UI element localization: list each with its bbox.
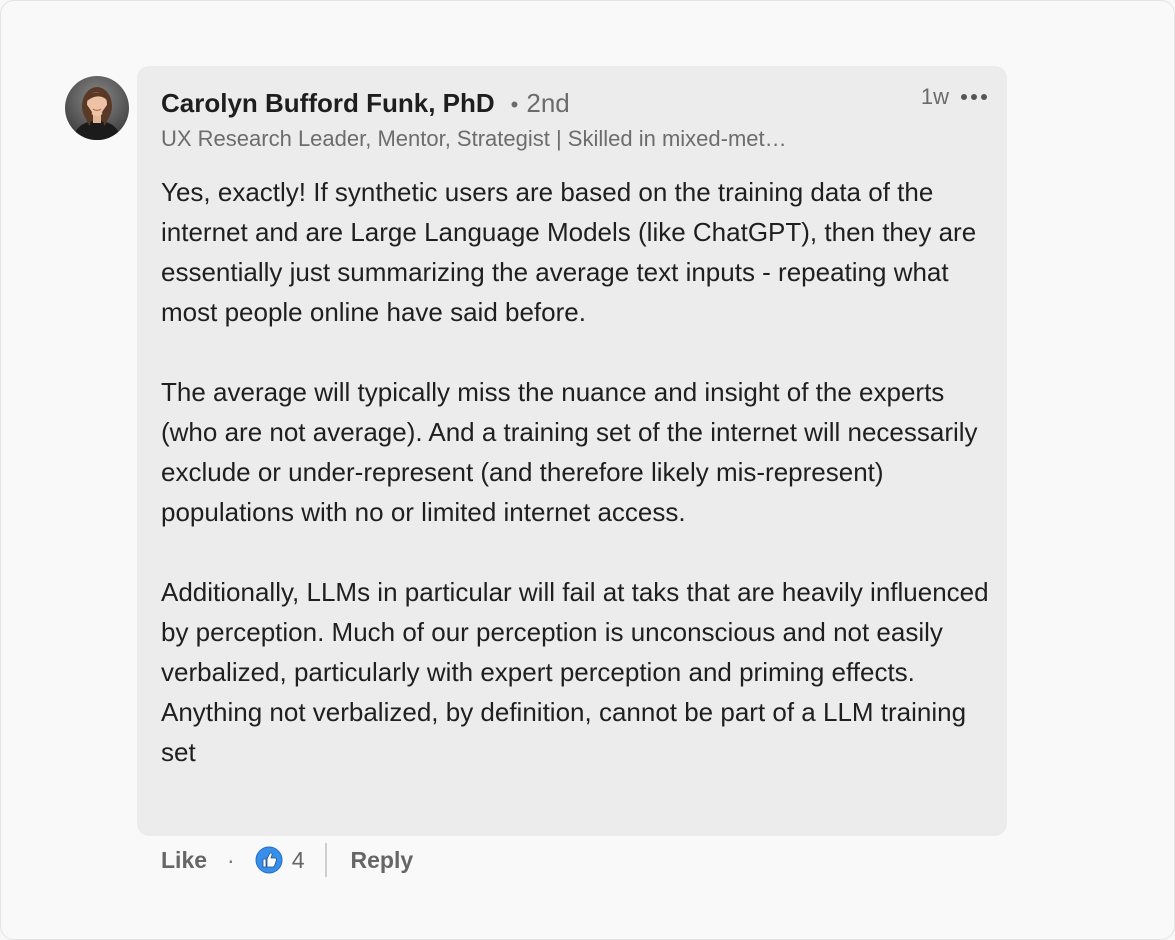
comment-paragraph: The average will typically miss the nuan… [161,377,978,527]
reaction-count: 4 [291,846,305,873]
reactions-summary[interactable]: 4 [255,846,305,874]
author-avatar[interactable] [65,76,129,140]
reply-button[interactable]: Reply [351,847,414,874]
action-divider [324,843,327,877]
more-options-button[interactable] [959,85,989,109]
comment-paragraph: Yes, exactly! If synthetic users are bas… [161,177,977,327]
comment-card: Carolyn Bufford Funk, PhD • 2nd UX Resea… [0,0,1175,940]
comment-bubble: Carolyn Bufford Funk, PhD • 2nd UX Resea… [137,66,1007,836]
comment-paragraph: Additionally, LLMs in particular will fa… [161,577,989,767]
profile-photo [65,76,129,140]
comment-body: Yes, exactly! If synthetic users are bas… [161,172,991,772]
author-line: Carolyn Bufford Funk, PhD • 2nd [161,88,570,119]
ellipsis-icon [961,94,987,100]
author-headline: UX Research Leader, Mentor, Strategist |… [161,126,787,151]
degree-separator: • [510,92,519,117]
comment-timestamp: 1w [920,84,949,109]
like-button[interactable]: Like [161,847,207,874]
like-thumb-icon [255,846,283,874]
author-name[interactable]: Carolyn Bufford Funk, PhD [161,88,495,119]
comment-meta: 1w [921,84,989,110]
comment-actions: Like · 4 Reply [161,843,413,877]
action-dot: · [227,846,235,873]
connection-degree: 2nd [526,88,570,118]
